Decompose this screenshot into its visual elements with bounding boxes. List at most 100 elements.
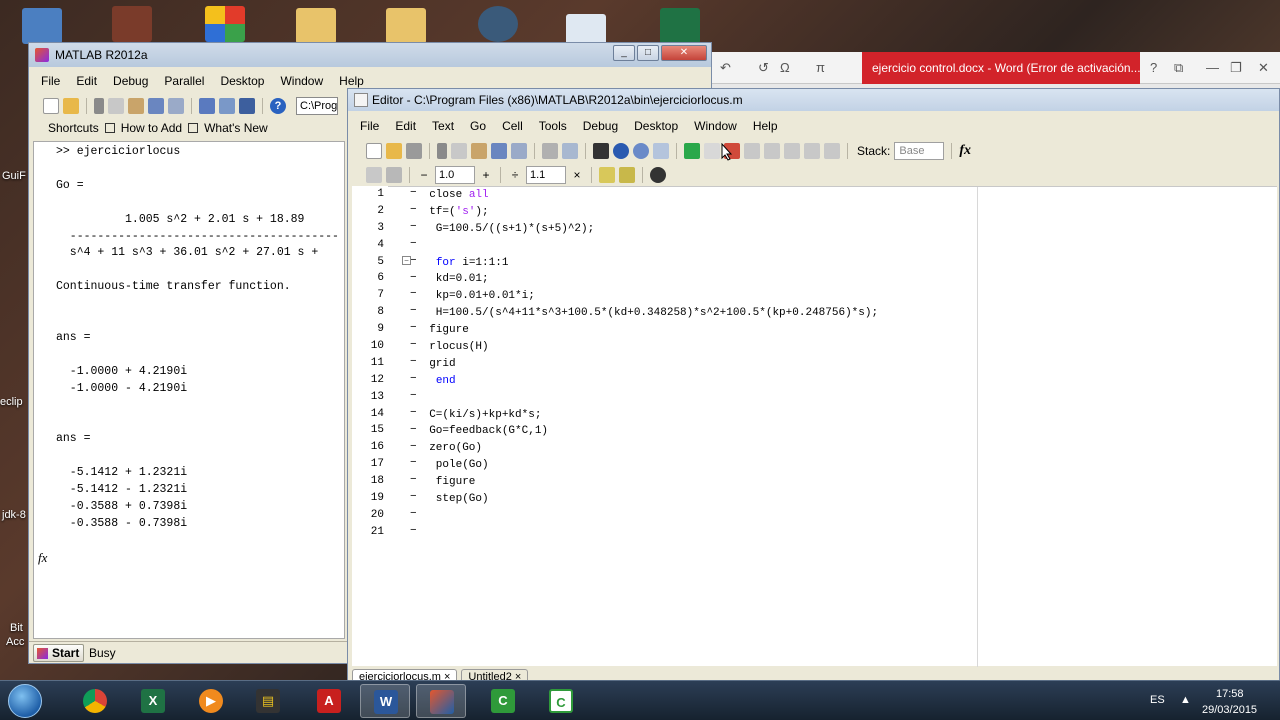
current-folder-field[interactable]: C:\Prog — [296, 97, 338, 115]
exit-debug-icon[interactable] — [824, 143, 840, 159]
redo-icon[interactable] — [511, 143, 527, 159]
menu-go[interactable]: Go — [462, 119, 494, 133]
copy-icon[interactable] — [451, 143, 467, 159]
cell-mode-icon[interactable] — [619, 167, 635, 183]
publish-icon[interactable] — [562, 143, 578, 159]
copy-icon[interactable] — [108, 98, 124, 114]
stack-select[interactable]: Base — [894, 142, 945, 160]
windows-start-orb[interactable] — [8, 684, 42, 718]
fx-icon[interactable]: fx — [959, 143, 971, 159]
taskbar-camtasia-2[interactable]: C — [536, 684, 586, 718]
whats-new-link[interactable]: What's New — [204, 121, 268, 135]
redo-icon[interactable] — [168, 98, 184, 114]
open-folder-icon[interactable] — [63, 98, 79, 114]
undo-icon[interactable]: ↶ — [720, 60, 731, 76]
help-icon[interactable]: ? — [1150, 60, 1157, 75]
forward-icon[interactable] — [633, 143, 649, 159]
fold-toggle-icon[interactable]: − — [402, 256, 411, 265]
taskbar-matlab[interactable] — [416, 684, 466, 718]
menu-window[interactable]: Window — [686, 119, 745, 133]
profiler-icon[interactable] — [239, 98, 255, 114]
open-folder-icon[interactable] — [386, 143, 402, 159]
insert-cell-icon[interactable] — [366, 167, 382, 183]
menu-edit[interactable]: Edit — [68, 74, 105, 88]
fx-prompt-icon[interactable]: fx — [38, 550, 47, 566]
taskbar-chrome[interactable] — [70, 684, 120, 718]
taskbar-word[interactable]: W — [360, 684, 410, 718]
undo-icon[interactable] — [148, 98, 164, 114]
close-button[interactable]: ✕ — [1258, 60, 1269, 76]
step-in-icon[interactable] — [764, 143, 780, 159]
save-icon[interactable] — [406, 143, 422, 159]
desktop-icon-3[interactable] — [205, 6, 245, 42]
clock-date[interactable]: 29/03/2015 — [1202, 704, 1257, 716]
undo-icon[interactable] — [491, 143, 507, 159]
omega-icon[interactable]: Ω — [780, 60, 790, 75]
minimize-button[interactable]: _ — [613, 45, 635, 61]
help-icon[interactable]: ? — [270, 98, 286, 114]
menu-file[interactable]: File — [33, 74, 68, 88]
clock-time[interactable]: 17:58 — [1216, 688, 1244, 700]
menu-cell[interactable]: Cell — [494, 119, 531, 133]
taskbar-video-editor[interactable]: ▤ — [243, 684, 293, 718]
menu-help[interactable]: Help — [745, 119, 786, 133]
decrement-icon[interactable]: − — [417, 168, 431, 182]
info-icon[interactable] — [650, 167, 666, 183]
function-browser-icon[interactable] — [653, 143, 669, 159]
taskbar-media-player[interactable]: ▶ — [186, 684, 236, 718]
increment-icon[interactable]: + — [479, 168, 493, 182]
run-icon[interactable] — [684, 143, 700, 159]
cut-icon[interactable] — [94, 98, 104, 114]
eval-cell-icon[interactable] — [386, 167, 402, 183]
paste-icon[interactable] — [128, 98, 144, 114]
maximize-button[interactable]: ❐ — [1230, 60, 1242, 76]
close-button[interactable]: ✕ — [661, 45, 707, 61]
simulink-icon[interactable] — [199, 98, 215, 114]
cell-value-2[interactable]: 1.1 — [526, 166, 566, 184]
desktop-icon-4[interactable] — [296, 8, 336, 44]
cut-icon[interactable] — [437, 143, 447, 159]
language-indicator[interactable]: ES — [1150, 694, 1165, 706]
ribbon-display-icon[interactable]: ⧉ — [1174, 60, 1183, 76]
paste-icon[interactable] — [471, 143, 487, 159]
set-breakpoint-icon[interactable] — [704, 143, 720, 159]
show-hidden-icons-icon[interactable]: ▲ — [1180, 694, 1191, 706]
show-cell-titles-icon[interactable] — [599, 167, 615, 183]
pi-icon[interactable]: π — [816, 60, 825, 75]
taskbar-excel[interactable]: X — [128, 684, 178, 718]
shortcuts-label[interactable]: Shortcuts — [48, 121, 99, 135]
divide-icon[interactable]: ÷ — [508, 168, 522, 182]
back-icon[interactable] — [613, 143, 629, 159]
menu-text[interactable]: Text — [424, 119, 462, 133]
desktop-icon-1[interactable] — [22, 8, 62, 44]
menu-desktop[interactable]: Desktop — [626, 119, 686, 133]
start-button[interactable]: Start — [33, 644, 85, 662]
guide-icon[interactable] — [219, 98, 235, 114]
step-out-icon[interactable] — [784, 143, 800, 159]
desktop-icon-2[interactable] — [112, 6, 152, 42]
desktop-icon-5[interactable] — [386, 8, 426, 44]
menu-debug[interactable]: Debug — [105, 74, 156, 88]
redo-icon[interactable]: ↺ — [758, 60, 769, 76]
cell-value-1[interactable]: 1.0 — [435, 166, 475, 184]
code-editor[interactable]: − − − − − − − − − − − − − − − − − − − − − close all tf=('s')… — [388, 186, 1277, 667]
menu-help[interactable]: Help — [331, 74, 372, 88]
taskbar-acrobat[interactable]: A — [304, 684, 354, 718]
how-to-add-link[interactable]: How to Add — [121, 121, 182, 135]
menu-window[interactable]: Window — [272, 74, 331, 88]
new-file-icon[interactable] — [43, 98, 59, 114]
new-file-icon[interactable] — [366, 143, 382, 159]
minimize-button[interactable]: — — [1206, 60, 1219, 75]
desktop-icon-6[interactable] — [478, 6, 518, 42]
print-icon[interactable] — [542, 143, 558, 159]
menu-debug[interactable]: Debug — [575, 119, 626, 133]
maximize-button[interactable]: □ — [637, 45, 659, 61]
step-icon[interactable] — [744, 143, 760, 159]
menu-file[interactable]: File — [352, 119, 387, 133]
menu-tools[interactable]: Tools — [531, 119, 575, 133]
command-window[interactable]: >> ejerciciorlocus Go = 1.005 s^2 + 2.01… — [33, 141, 345, 639]
menu-parallel[interactable]: Parallel — [156, 74, 212, 88]
find-icon[interactable] — [593, 143, 609, 159]
excel-desktop-icon[interactable] — [660, 8, 700, 44]
multiply-icon[interactable]: × — [570, 168, 584, 182]
